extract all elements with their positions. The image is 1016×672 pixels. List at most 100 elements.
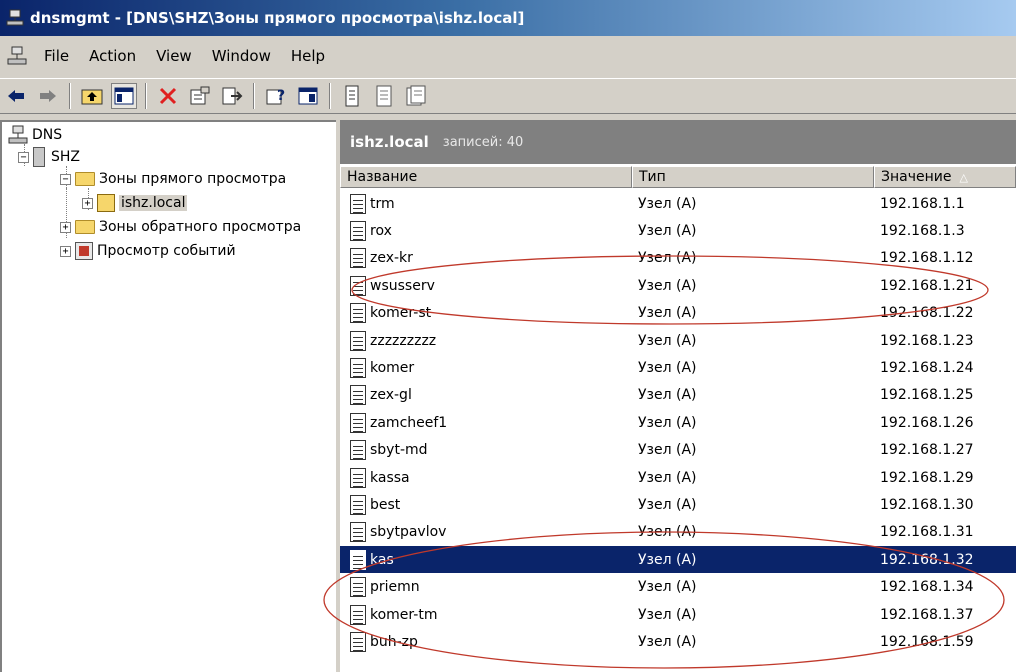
- export-list-icon[interactable]: [219, 83, 245, 109]
- record-name: kas: [370, 551, 394, 568]
- host-record-icon: [350, 440, 366, 461]
- delete-icon[interactable]: [155, 83, 181, 109]
- menu-file[interactable]: File: [34, 47, 79, 65]
- new-host-icon[interactable]: [339, 83, 365, 109]
- table-row[interactable]: priemn Узел (A) 192.168.1.34: [340, 574, 1016, 601]
- tree-label-forward-zones: Зоны прямого просмотра: [99, 171, 287, 187]
- new-mail-exchanger-icon[interactable]: [403, 83, 429, 109]
- record-name-cell: kassa: [350, 464, 410, 491]
- record-type: Узел (A): [638, 222, 697, 239]
- table-row[interactable]: wsusserv Узел (A) 192.168.1.21: [340, 272, 1016, 299]
- table-row[interactable]: kas Узел (A) 192.168.1.32: [340, 546, 1016, 574]
- properties-icon[interactable]: [187, 83, 213, 109]
- tree-node-reverse-zones[interactable]: + Зоны обратного просмотра: [60, 216, 301, 238]
- tree-node-forward-zones[interactable]: − Зоны прямого просмотра: [60, 168, 286, 190]
- table-row[interactable]: zamcheef1 Узел (A) 192.168.1.26: [340, 409, 1016, 436]
- record-name: kassa: [370, 469, 410, 486]
- host-record-icon: [350, 193, 366, 214]
- record-name-cell: priemn: [350, 574, 420, 601]
- record-value: 192.168.1.32: [880, 551, 974, 568]
- event-viewer-icon: [75, 242, 93, 260]
- record-name-cell: rox: [350, 217, 392, 244]
- table-row[interactable]: komer Узел (A) 192.168.1.24: [340, 354, 1016, 381]
- record-type: Узел (A): [638, 359, 697, 376]
- table-row[interactable]: zzzzzzzzz Узел (A) 192.168.1.23: [340, 327, 1016, 354]
- record-value: 192.168.1.23: [880, 332, 974, 349]
- help-icon[interactable]: ?: [263, 83, 289, 109]
- menu-action[interactable]: Action: [79, 47, 146, 65]
- record-type: Узел (A): [638, 524, 697, 541]
- host-record-icon: [350, 604, 366, 625]
- back-icon[interactable]: [3, 83, 29, 109]
- table-row[interactable]: best Узел (A) 192.168.1.30: [340, 491, 1016, 518]
- expand-icon[interactable]: +: [60, 221, 71, 233]
- table-row[interactable]: kassa Узел (A) 192.168.1.29: [340, 464, 1016, 491]
- record-type: Узел (A): [638, 442, 697, 459]
- record-name-cell: wsusserv: [350, 272, 435, 299]
- record-type: Узел (A): [638, 414, 697, 431]
- menu-help[interactable]: Help: [281, 47, 335, 65]
- toolbar-separator: [253, 83, 255, 109]
- table-row[interactable]: zex-gl Узел (A) 192.168.1.25: [340, 382, 1016, 409]
- host-record-icon: [350, 631, 366, 652]
- table-row[interactable]: buh-zp Узел (A) 192.168.1.59: [340, 628, 1016, 655]
- tree-node-server[interactable]: − SHZ: [18, 146, 80, 168]
- up-level-icon[interactable]: [79, 83, 105, 109]
- record-value: 192.168.1.3: [880, 222, 965, 239]
- tree-label-reverse-zones: Зоны обратного просмотра: [99, 219, 302, 235]
- toolbar-separator: [329, 83, 331, 109]
- expand-icon[interactable]: +: [60, 245, 71, 257]
- host-record-icon: [350, 220, 366, 241]
- record-name: zzzzzzzzz: [370, 332, 437, 349]
- table-row[interactable]: rox Узел (A) 192.168.1.3: [340, 217, 1016, 244]
- tree-node-events[interactable]: + Просмотр событий: [60, 240, 236, 262]
- table-row[interactable]: trm Узел (A) 192.168.1.1: [340, 190, 1016, 217]
- forward-icon[interactable]: [35, 83, 61, 109]
- host-record-icon: [350, 549, 366, 570]
- menu-window[interactable]: Window: [202, 47, 281, 65]
- record-name: sbyt-md: [370, 442, 428, 459]
- column-header-type[interactable]: Тип: [632, 166, 874, 188]
- record-name: komer-tm: [370, 606, 438, 623]
- host-record-icon: [350, 275, 366, 296]
- collapse-icon[interactable]: −: [60, 173, 71, 185]
- show-hide-action-pane-icon[interactable]: [295, 83, 321, 109]
- host-record-icon: [350, 357, 366, 378]
- record-name-cell: sbytpavlov: [350, 519, 446, 546]
- record-type: Узел (A): [638, 332, 697, 349]
- record-name: rox: [370, 222, 392, 239]
- folder-open-icon: [75, 172, 95, 186]
- table-row[interactable]: sbytpavlov Узел (A) 192.168.1.31: [340, 519, 1016, 546]
- table-row[interactable]: zex-kr Узел (A) 192.168.1.12: [340, 245, 1016, 272]
- console-icon[interactable]: [6, 46, 28, 66]
- record-type: Узел (A): [638, 195, 697, 212]
- new-alias-icon[interactable]: [371, 83, 397, 109]
- table-row[interactable]: sbyt-md Узел (A) 192.168.1.27: [340, 437, 1016, 464]
- record-name: wsusserv: [370, 277, 435, 294]
- toolbar-separator: [69, 83, 71, 109]
- record-type: Узел (A): [638, 551, 697, 568]
- tree-label-events: Просмотр событий: [97, 243, 236, 259]
- table-row[interactable]: komer-st Узел (A) 192.168.1.22: [340, 300, 1016, 327]
- record-name-cell: buh-zp: [350, 628, 418, 655]
- tree-label-server: SHZ: [51, 149, 81, 165]
- pane-zone-name: ishz.local: [350, 133, 429, 151]
- table-row[interactable]: komer-tm Узел (A) 192.168.1.37: [340, 601, 1016, 628]
- record-value: 192.168.1.26: [880, 414, 974, 431]
- host-record-icon: [350, 467, 366, 488]
- menu-bar: File Action View Window Help: [0, 38, 1016, 74]
- tree-node-dns[interactable]: DNS: [8, 124, 62, 146]
- menu-view[interactable]: View: [146, 47, 202, 65]
- column-header-value-label: Значение: [881, 169, 952, 185]
- server-icon: [33, 147, 45, 167]
- column-header-name[interactable]: Название: [340, 166, 632, 188]
- tree-label-zone: ishz.local: [119, 195, 188, 211]
- column-header-value[interactable]: Значение △: [874, 166, 1016, 188]
- collapse-icon[interactable]: −: [18, 151, 29, 163]
- record-name: trm: [370, 195, 395, 212]
- tree-node-zone[interactable]: + ishz.local: [82, 192, 188, 214]
- expand-icon[interactable]: +: [82, 197, 93, 209]
- show-hide-tree-icon[interactable]: [111, 83, 137, 109]
- record-value: 192.168.1.22: [880, 305, 974, 322]
- toolbar: ?: [0, 78, 1016, 114]
